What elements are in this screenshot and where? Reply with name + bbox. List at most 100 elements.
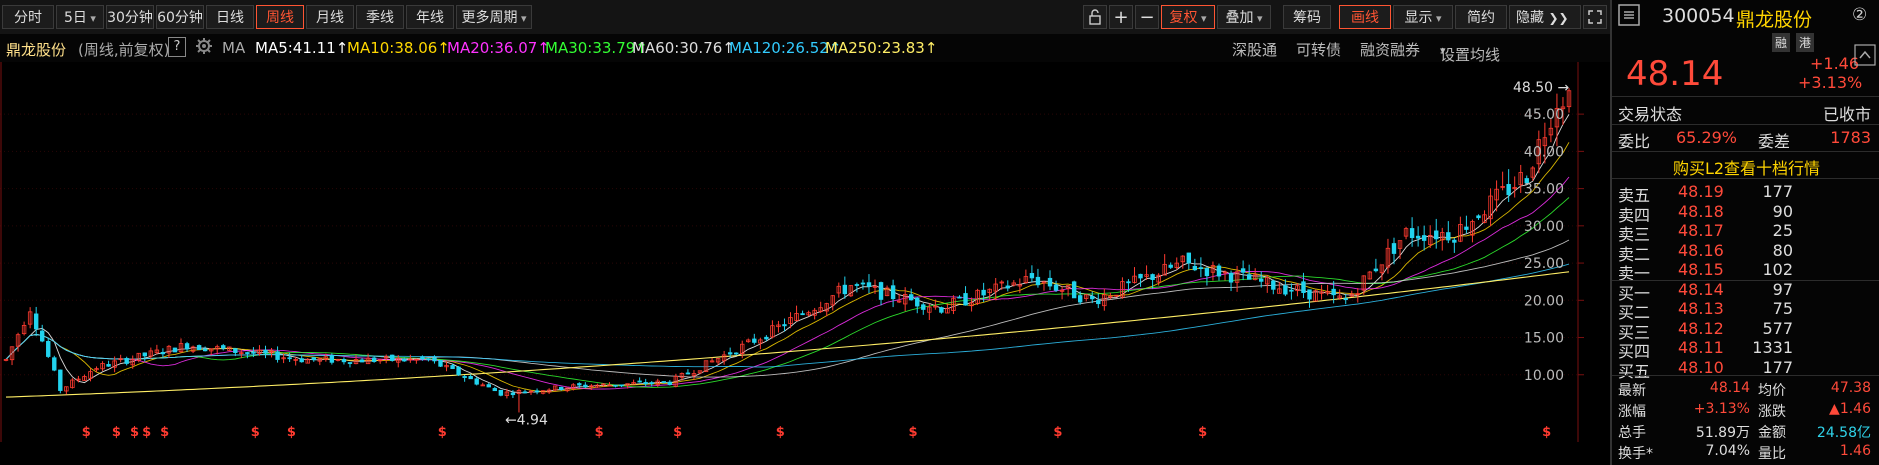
candle-body xyxy=(661,381,666,383)
candle-body xyxy=(245,352,250,354)
period-weekly[interactable]: 周线 xyxy=(256,5,304,29)
fuquan-button[interactable]: 复权 xyxy=(1161,5,1215,29)
quote-panel: 300054 鼎龙股份 ② 融 港 48.14 +1.46 +3.13% 交易状… xyxy=(1610,0,1879,465)
margin-tag: 融 xyxy=(1772,33,1791,52)
dividend-markers: $ $ $ $ $ $ $ $ $ $ $ $ $ $ $ xyxy=(82,425,1551,440)
chart-annotations: 48.50 → ←4.94 xyxy=(505,80,1570,428)
price-change: +1.46 xyxy=(1810,54,1860,73)
candle-body xyxy=(878,282,884,300)
candle-body xyxy=(1077,295,1083,303)
zoom-in-icon[interactable]: + xyxy=(1109,5,1133,29)
y-tick-label: 35.00 xyxy=(1524,182,1564,198)
candle-body xyxy=(474,378,479,385)
period-fenshi[interactable]: 分时 xyxy=(2,5,54,29)
candle-body xyxy=(1301,281,1306,293)
stat-turnover: 7.04% xyxy=(1705,443,1750,459)
ma-value-6: MA250:23.83↑ xyxy=(825,39,938,57)
orderbook-price: 48.11 xyxy=(1678,338,1724,357)
candle-body xyxy=(498,389,504,396)
candle-body xyxy=(52,357,57,371)
link-shenggutong[interactable]: 深股通 xyxy=(1232,39,1277,60)
candle-body xyxy=(1126,281,1131,284)
stat-volume: 51.89万 xyxy=(1695,425,1750,441)
chips-button[interactable]: 筹码 xyxy=(1283,5,1331,29)
kline-chart[interactable]: 10.00 15.00 20.00 25.00 30.00 35.00 40.00 45.00… xyxy=(0,62,1610,442)
period-daily[interactable]: 日线 xyxy=(206,5,254,29)
candle-body xyxy=(402,358,407,362)
candle-body xyxy=(1216,265,1222,277)
candle-body xyxy=(583,384,588,388)
simple-button[interactable]: 简约 xyxy=(1455,5,1507,29)
link-margin-trading[interactable]: 融资融券 xyxy=(1360,39,1420,60)
candle-body xyxy=(637,380,642,383)
candle-body xyxy=(40,330,45,342)
stat-label-volume: 总手 xyxy=(1618,425,1646,441)
candle-body xyxy=(727,352,733,355)
orderbook-price: 48.16 xyxy=(1678,240,1724,260)
candle-body xyxy=(921,304,926,310)
candle-body xyxy=(1259,278,1264,282)
zoom-out-icon[interactable]: − xyxy=(1135,5,1159,29)
period-30min[interactable]: 30分钟 xyxy=(106,5,154,29)
orderbook-price: 48.15 xyxy=(1678,260,1724,279)
candle-body xyxy=(860,282,866,285)
candle-body xyxy=(275,351,280,360)
orderbook-volume: 97 xyxy=(1772,279,1793,299)
dividend-marker-icon: $ xyxy=(673,425,682,440)
period-monthly[interactable]: 月线 xyxy=(306,5,354,29)
period-60min[interactable]: 60分钟 xyxy=(156,5,204,29)
stock-code: 300054 xyxy=(1662,5,1735,27)
candle-body xyxy=(1168,264,1173,268)
period-yearly[interactable]: 年线 xyxy=(406,5,454,29)
panel-menu-icon[interactable] xyxy=(1618,4,1640,30)
candle-body xyxy=(1096,300,1101,305)
candle-body xyxy=(619,384,624,387)
hide-label: 隐藏 xyxy=(1516,10,1544,26)
stat-latest: 48.14 xyxy=(1709,380,1750,396)
candle-body xyxy=(371,357,377,362)
period-more[interactable]: 更多周期 xyxy=(456,5,532,29)
y-tick-label: 10.00 xyxy=(1524,368,1564,384)
hide-button[interactable]: 隐藏 ❯❯ xyxy=(1509,5,1581,29)
candle-body xyxy=(1409,228,1415,239)
orderbook-price: 48.14 xyxy=(1678,279,1724,299)
fullscreen-icon[interactable] xyxy=(1583,5,1607,29)
draw-line-button[interactable]: 画线 xyxy=(1339,5,1391,29)
candle-body xyxy=(1271,280,1276,290)
circle-badge[interactable]: ② xyxy=(1852,5,1867,25)
orderbook-volume: 25 xyxy=(1772,221,1793,240)
buy-l2-link[interactable]: 购买L2查看十档行情 xyxy=(1612,155,1879,179)
orderbook-volume: 102 xyxy=(1762,260,1793,279)
ma-value-1: MA10:38.06↑ xyxy=(347,39,450,57)
period-5day[interactable]: 5日 xyxy=(56,5,104,29)
overlay-button[interactable]: 叠加 xyxy=(1217,5,1271,29)
candle-body xyxy=(450,365,455,370)
candle-body xyxy=(426,358,431,361)
candle-body xyxy=(468,376,473,380)
stat-vol-ratio: 1.46 xyxy=(1839,443,1871,459)
link-convertible-bond[interactable]: 可转债 xyxy=(1296,39,1341,60)
chart-bottom-bar xyxy=(0,442,1610,465)
ma-line-10 xyxy=(5,142,1570,393)
collapse-up-icon[interactable] xyxy=(1854,44,1876,70)
dividend-marker-icon: $ xyxy=(142,425,151,440)
orderbook-volume: 577 xyxy=(1762,318,1793,338)
candle-body xyxy=(800,313,805,316)
help-icon[interactable]: ? xyxy=(168,37,186,57)
display-button[interactable]: 显示 xyxy=(1393,5,1453,29)
candle-body xyxy=(1228,272,1234,283)
dividend-marker-icon: $ xyxy=(776,425,785,440)
lock-icon[interactable] xyxy=(1083,5,1107,29)
candle-body xyxy=(1343,298,1348,301)
settings-gear-icon[interactable] xyxy=(195,37,213,59)
stat-label-latest: 最新 xyxy=(1618,383,1646,399)
candle-body xyxy=(963,293,968,306)
orderbook-volume: 177 xyxy=(1762,182,1793,201)
period-quarterly[interactable]: 季线 xyxy=(356,5,404,29)
candle-body xyxy=(1035,276,1041,286)
candle-body xyxy=(577,383,582,386)
candle-body xyxy=(263,349,268,354)
candle-body xyxy=(1186,252,1192,264)
candle-body xyxy=(1421,235,1427,241)
chart-grid xyxy=(0,113,1578,376)
